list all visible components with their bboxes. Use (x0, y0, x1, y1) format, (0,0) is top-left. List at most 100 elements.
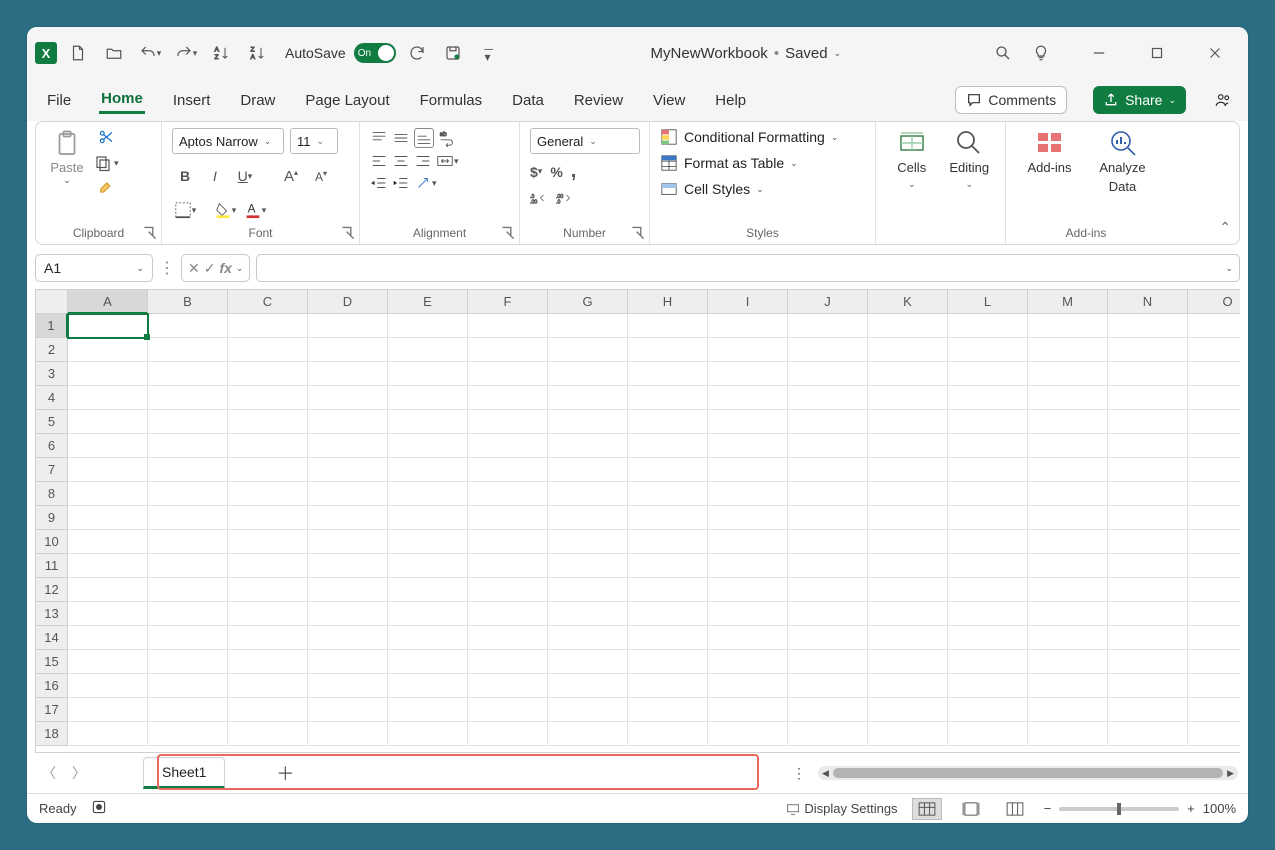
column-header[interactable]: E (388, 290, 468, 314)
normal-view-icon[interactable] (912, 798, 942, 820)
bold-icon[interactable]: B (172, 164, 198, 188)
cell[interactable] (68, 722, 148, 746)
tab-help[interactable]: Help (713, 88, 748, 113)
save-icon[interactable] (438, 38, 468, 68)
cell[interactable] (468, 554, 548, 578)
percent-icon[interactable]: % (550, 164, 562, 180)
cell[interactable] (228, 578, 308, 602)
column-header[interactable]: C (228, 290, 308, 314)
cell[interactable] (308, 410, 388, 434)
cell[interactable] (68, 698, 148, 722)
add-sheet-button[interactable]: ＋ (271, 759, 299, 787)
row-header[interactable]: 8 (36, 482, 68, 506)
row-header[interactable]: 2 (36, 338, 68, 362)
row-header[interactable]: 14 (36, 626, 68, 650)
cell[interactable] (68, 506, 148, 530)
collaborate-icon[interactable] (1212, 89, 1234, 111)
row-header[interactable]: 9 (36, 506, 68, 530)
cell[interactable] (1028, 698, 1108, 722)
align-right-icon[interactable] (414, 152, 432, 170)
cell[interactable] (228, 386, 308, 410)
cell[interactable] (1108, 530, 1188, 554)
namebox-menu-icon[interactable]: ⋮ (159, 258, 175, 278)
fill-color-icon[interactable]: ▾ (212, 198, 238, 222)
cell[interactable] (548, 482, 628, 506)
cell[interactable] (148, 386, 228, 410)
cell[interactable] (1108, 458, 1188, 482)
cell[interactable] (788, 602, 868, 626)
cell[interactable] (628, 314, 708, 338)
cell[interactable] (788, 554, 868, 578)
wrap-text-icon[interactable]: ab (438, 128, 456, 148)
align-top-icon[interactable] (370, 128, 388, 148)
conditional-formatting-button[interactable]: Conditional Formatting⌄ (660, 128, 838, 146)
cell[interactable] (708, 674, 788, 698)
cell[interactable] (1108, 674, 1188, 698)
cell[interactable] (1188, 362, 1240, 386)
cell[interactable] (1108, 626, 1188, 650)
cell[interactable] (308, 362, 388, 386)
row-header[interactable]: 16 (36, 674, 68, 698)
cell[interactable] (708, 410, 788, 434)
tab-view[interactable]: View (651, 88, 687, 113)
cancel-formula-icon[interactable]: ✕ (188, 260, 200, 277)
row-header[interactable]: 6 (36, 434, 68, 458)
cell[interactable] (148, 530, 228, 554)
cell[interactable] (308, 602, 388, 626)
cell[interactable] (1188, 434, 1240, 458)
cell[interactable] (228, 482, 308, 506)
cell[interactable] (388, 698, 468, 722)
cell[interactable] (1188, 602, 1240, 626)
cell[interactable] (868, 722, 948, 746)
cell[interactable] (308, 434, 388, 458)
tab-formulas[interactable]: Formulas (418, 88, 485, 113)
row-header[interactable]: 13 (36, 602, 68, 626)
cell[interactable] (68, 314, 148, 338)
copy-icon[interactable]: ▾ (94, 154, 119, 172)
format-painter-icon[interactable] (97, 180, 115, 198)
cell[interactable] (548, 362, 628, 386)
cell[interactable] (228, 554, 308, 578)
cell[interactable] (1108, 578, 1188, 602)
cell[interactable] (148, 578, 228, 602)
row-header[interactable]: 11 (36, 554, 68, 578)
page-layout-view-icon[interactable] (956, 798, 986, 820)
cell[interactable] (388, 458, 468, 482)
cell[interactable] (228, 674, 308, 698)
cell[interactable] (148, 362, 228, 386)
cell[interactable] (468, 386, 548, 410)
cell[interactable] (1028, 626, 1108, 650)
cell[interactable] (788, 458, 868, 482)
font-size-select[interactable]: 11⌄ (290, 128, 338, 154)
cell[interactable] (548, 314, 628, 338)
cell[interactable] (948, 386, 1028, 410)
cell[interactable] (1108, 338, 1188, 362)
cell[interactable] (1108, 554, 1188, 578)
formula-input[interactable]: ⌄ (256, 254, 1240, 282)
cell[interactable] (68, 362, 148, 386)
orientation-icon[interactable]: ▾ (414, 174, 437, 192)
tab-review[interactable]: Review (572, 88, 625, 113)
column-header[interactable]: F (468, 290, 548, 314)
row-header[interactable]: 4 (36, 386, 68, 410)
cell[interactable] (628, 698, 708, 722)
cell[interactable] (788, 314, 868, 338)
cell[interactable] (1188, 410, 1240, 434)
column-header[interactable]: G (548, 290, 628, 314)
minimize-icon[interactable] (1082, 38, 1116, 68)
close-icon[interactable] (1198, 38, 1232, 68)
cell[interactable] (388, 434, 468, 458)
cell[interactable] (948, 434, 1028, 458)
row-header[interactable]: 10 (36, 530, 68, 554)
cell[interactable] (548, 626, 628, 650)
cell[interactable] (468, 650, 548, 674)
cell[interactable] (788, 698, 868, 722)
cell[interactable] (1188, 314, 1240, 338)
cell[interactable] (1108, 362, 1188, 386)
clipboard-dialog-icon[interactable] (143, 226, 157, 240)
cell[interactable] (228, 650, 308, 674)
cell[interactable] (708, 554, 788, 578)
cell[interactable] (1028, 458, 1108, 482)
cell[interactable] (548, 386, 628, 410)
cell[interactable] (708, 602, 788, 626)
